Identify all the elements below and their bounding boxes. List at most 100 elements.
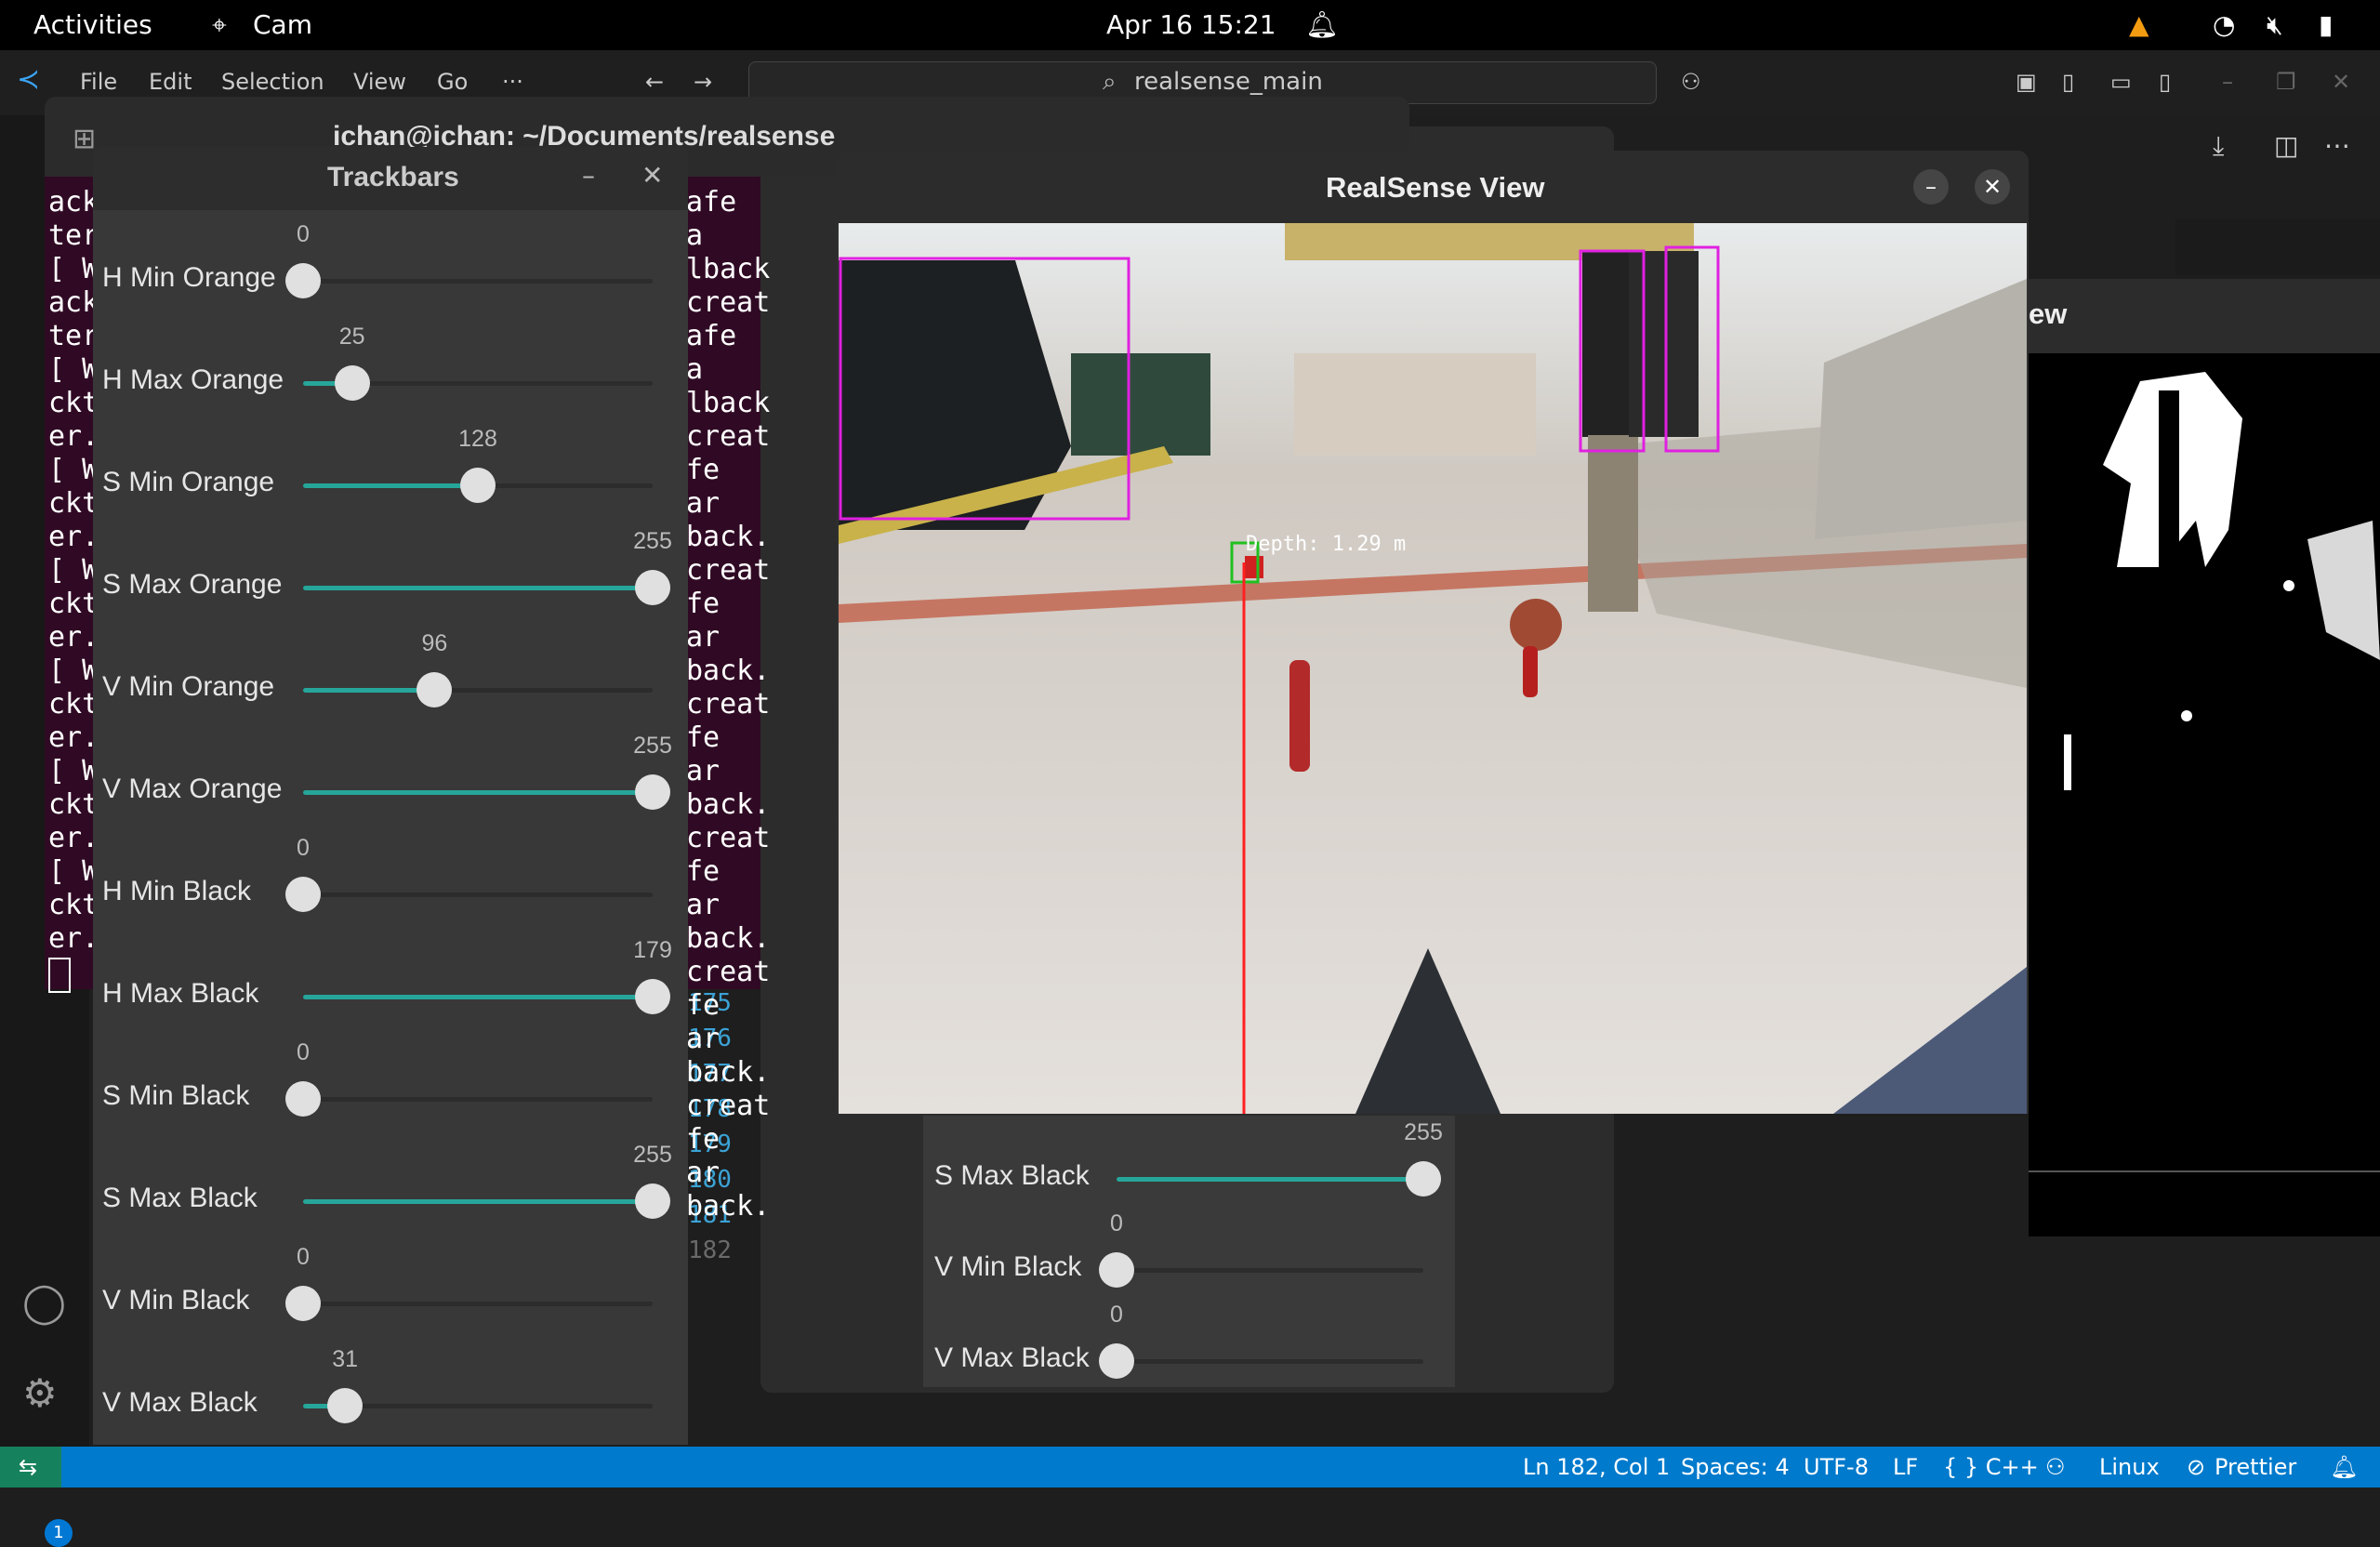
realsense-title-bar: RealSense View – ✕: [837, 151, 2029, 223]
back-arrow-icon[interactable]: ←: [645, 69, 664, 95]
trackbar-handle[interactable]: [460, 468, 496, 503]
trackbar-handle[interactable]: [635, 979, 670, 1014]
close-icon[interactable]: ✕: [2332, 69, 2350, 95]
camera-frame[interactable]: Depth: 1.29 m: [839, 223, 2027, 1114]
close-icon[interactable]: ✕: [1975, 169, 2010, 205]
trackbar-label: V Min Orange: [102, 671, 275, 702]
mask-gap: [2159, 390, 2179, 567]
menu-go[interactable]: Go: [437, 69, 468, 95]
terminal-cursor: [48, 958, 71, 993]
battery-icon[interactable]: ▮: [2319, 9, 2333, 40]
trackbar-handle[interactable]: [285, 263, 321, 298]
trackbar-track[interactable]: [1099, 1343, 1423, 1379]
remote-icon: ⇆: [19, 1454, 38, 1480]
close-icon[interactable]: ✕: [641, 160, 663, 191]
trackbar-handle[interactable]: [1406, 1161, 1441, 1197]
language-mode[interactable]: { } C++: [1943, 1454, 2039, 1480]
terminal-line: fe ar: [686, 588, 721, 654]
trackbar-handle[interactable]: [1099, 1343, 1134, 1379]
mask-speckle: [2283, 580, 2294, 591]
trackbar-label: S Min Orange: [102, 467, 275, 497]
terminal-line: lback: [686, 387, 771, 419]
terminal-line: creat: [686, 554, 771, 587]
menu-more[interactable]: ···: [502, 69, 523, 95]
prettier-icon: ⊘: [2187, 1454, 2206, 1480]
trackbar-track[interactable]: [303, 570, 670, 605]
menu-edit[interactable]: Edit: [149, 69, 192, 95]
trackbar-handle[interactable]: [635, 774, 670, 810]
trackbar-track[interactable]: [303, 672, 653, 707]
prettier-status[interactable]: Prettier: [2215, 1454, 2296, 1480]
trackbars-title-bar: Trackbars – ✕: [93, 147, 688, 210]
toggle-secondary-sidebar-icon[interactable]: ▯: [2159, 69, 2171, 95]
trackbar-label: V Max Orange: [102, 774, 283, 804]
minimap[interactable]: [2175, 219, 2380, 275]
toggle-panel-icon[interactable]: ▭: [2110, 69, 2132, 95]
trackbar-track[interactable]: [303, 979, 670, 1014]
trackbar-value: 0: [297, 835, 310, 861]
mask-speckle: [2307, 521, 2380, 660]
trackbar-track[interactable]: [1117, 1161, 1441, 1197]
encoding[interactable]: UTF-8: [1804, 1454, 1869, 1480]
trackbar-track[interactable]: [303, 365, 653, 401]
end-of-line[interactable]: LF: [1893, 1454, 1918, 1480]
trackbar-row: H Max Orange 25: [93, 324, 688, 426]
trackbar-row: S Min Orange 128: [93, 426, 688, 528]
cursor-position[interactable]: Ln 182, Col 1: [1523, 1454, 1670, 1480]
toggle-sidebar-icon[interactable]: ▯: [2062, 69, 2074, 95]
remote-indicator[interactable]: ⇆: [0, 1447, 61, 1488]
trackbar-label: V Max Black: [934, 1342, 1090, 1373]
trackbar-value: 25: [338, 324, 365, 350]
trackbar-handle[interactable]: [416, 672, 453, 707]
new-tab-icon[interactable]: ⊞: [73, 123, 96, 155]
menu-view[interactable]: View: [353, 69, 406, 95]
trackbar-track[interactable]: [285, 877, 653, 912]
forward-arrow-icon[interactable]: →: [694, 69, 712, 95]
clock[interactable]: Apr 16 15:21: [1106, 9, 1276, 40]
notifications-bell-icon[interactable]: 🔔︎: [2330, 1454, 2358, 1480]
activities-button[interactable]: Activities: [33, 9, 152, 40]
minimize-icon[interactable]: –: [2222, 69, 2233, 95]
copilot-status-icon[interactable]: ⚇: [2045, 1454, 2066, 1480]
trackbar-handle[interactable]: [635, 1183, 670, 1219]
mask-view[interactable]: [2029, 353, 2380, 1236]
menu-file[interactable]: File: [80, 69, 117, 95]
trackbar-track[interactable]: [285, 1286, 653, 1321]
accounts-icon[interactable]: ◯: [22, 1279, 66, 1325]
minimize-icon[interactable]: –: [582, 160, 595, 191]
trackbar-fill: [1117, 1177, 1423, 1182]
trackbar-value: 0: [1110, 1210, 1123, 1236]
volume-muted-icon[interactable]: 🔇︎: [2267, 9, 2283, 41]
vlc-tray-icon[interactable]: ▲: [2129, 9, 2149, 40]
trackbar-row: S Max Black 255: [923, 1119, 1455, 1222]
trackbar-track[interactable]: [285, 1081, 653, 1117]
trackbar-value: 31: [332, 1346, 359, 1372]
trackbar-handle[interactable]: [334, 365, 370, 401]
indentation[interactable]: Spaces: 4: [1681, 1454, 1790, 1480]
trackbar-track[interactable]: [1099, 1252, 1423, 1288]
trackbar-track[interactable]: [303, 774, 670, 810]
wifi-icon[interactable]: ◔: [2213, 9, 2235, 40]
trackbar-handle[interactable]: [635, 570, 670, 605]
platform[interactable]: Linux: [2099, 1454, 2160, 1480]
manage-gear-icon[interactable]: ⚙: [22, 1370, 58, 1416]
trackbar-track[interactable]: [285, 263, 653, 298]
trackbar-track[interactable]: [303, 468, 653, 503]
minimize-icon[interactable]: –: [1913, 169, 1949, 205]
trackbar-track[interactable]: [303, 1183, 670, 1219]
menu-selection[interactable]: Selection: [221, 69, 324, 95]
layout-icon[interactable]: ▣: [2016, 69, 2037, 95]
copilot-icon[interactable]: ⚇: [1681, 69, 1701, 95]
trackbar-handle[interactable]: [285, 1286, 321, 1321]
app-menu-button[interactable]: Cam: [253, 9, 312, 40]
maximize-icon[interactable]: ❐: [2276, 69, 2296, 95]
split-editor-icon[interactable]: ◫: [2274, 130, 2298, 161]
trackbar-handle[interactable]: [285, 877, 321, 912]
trackbar-handle[interactable]: [285, 1081, 321, 1117]
trackbar-handle[interactable]: [327, 1388, 364, 1423]
trackbar-track[interactable]: [303, 1388, 653, 1423]
trackbar-label: H Max Black: [102, 978, 259, 1009]
more-actions-icon[interactable]: ⋯: [2324, 130, 2350, 161]
trackbar-handle[interactable]: [1099, 1252, 1134, 1288]
download-icon[interactable]: ⤓: [2213, 130, 2224, 162]
